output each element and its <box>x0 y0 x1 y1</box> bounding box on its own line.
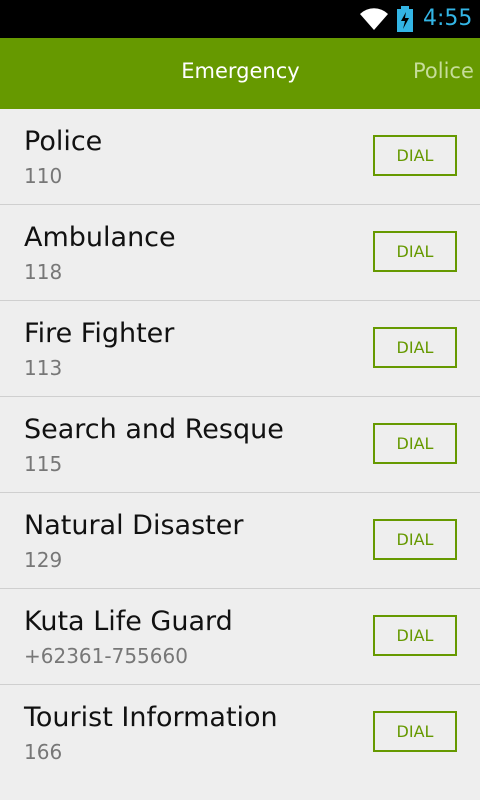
contact-number: 113 <box>24 356 63 380</box>
list-item: Kuta Life Guard +62361-755660 DIAL <box>0 589 480 685</box>
contact-name: Fire Fighter <box>24 318 175 349</box>
contact-name: Natural Disaster <box>24 510 244 541</box>
status-bar: 4:55 <box>0 0 480 38</box>
wifi-icon <box>359 7 389 35</box>
contact-number: 110 <box>24 164 63 188</box>
contact-number: +62361-755660 <box>24 644 188 668</box>
contact-number: 166 <box>24 740 63 764</box>
list-item: Search and Resque 115 DIAL <box>0 397 480 493</box>
tab-police[interactable]: Police <box>413 38 474 109</box>
dial-button[interactable]: DIAL <box>373 327 457 368</box>
status-time: 4:55 <box>423 6 473 31</box>
list-item: Ambulance 118 DIAL <box>0 205 480 301</box>
dial-button[interactable]: DIAL <box>373 519 457 560</box>
contact-number: 129 <box>24 548 63 572</box>
contact-number: 118 <box>24 260 63 284</box>
emergency-contact-list: Police 110 DIAL Ambulance 118 DIAL Fire … <box>0 109 480 780</box>
dial-button[interactable]: DIAL <box>373 615 457 656</box>
list-item: Fire Fighter 113 DIAL <box>0 301 480 397</box>
contact-name: Kuta Life Guard <box>24 606 233 637</box>
contact-name: Tourist Information <box>24 702 278 733</box>
dial-button[interactable]: DIAL <box>373 231 457 272</box>
list-item: Tourist Information 166 DIAL <box>0 685 480 780</box>
list-item: Police 110 DIAL <box>0 109 480 205</box>
dial-button[interactable]: DIAL <box>373 711 457 752</box>
battery-charging-icon <box>396 6 414 36</box>
contact-name: Police <box>24 126 103 157</box>
contact-name: Search and Resque <box>24 414 284 445</box>
contact-number: 115 <box>24 452 63 476</box>
dial-button[interactable]: DIAL <box>373 135 457 176</box>
tab-bar: Emergency Police <box>0 38 480 109</box>
list-item: Natural Disaster 129 DIAL <box>0 493 480 589</box>
dial-button[interactable]: DIAL <box>373 423 457 464</box>
tab-emergency[interactable]: Emergency <box>156 38 325 109</box>
contact-name: Ambulance <box>24 222 176 253</box>
